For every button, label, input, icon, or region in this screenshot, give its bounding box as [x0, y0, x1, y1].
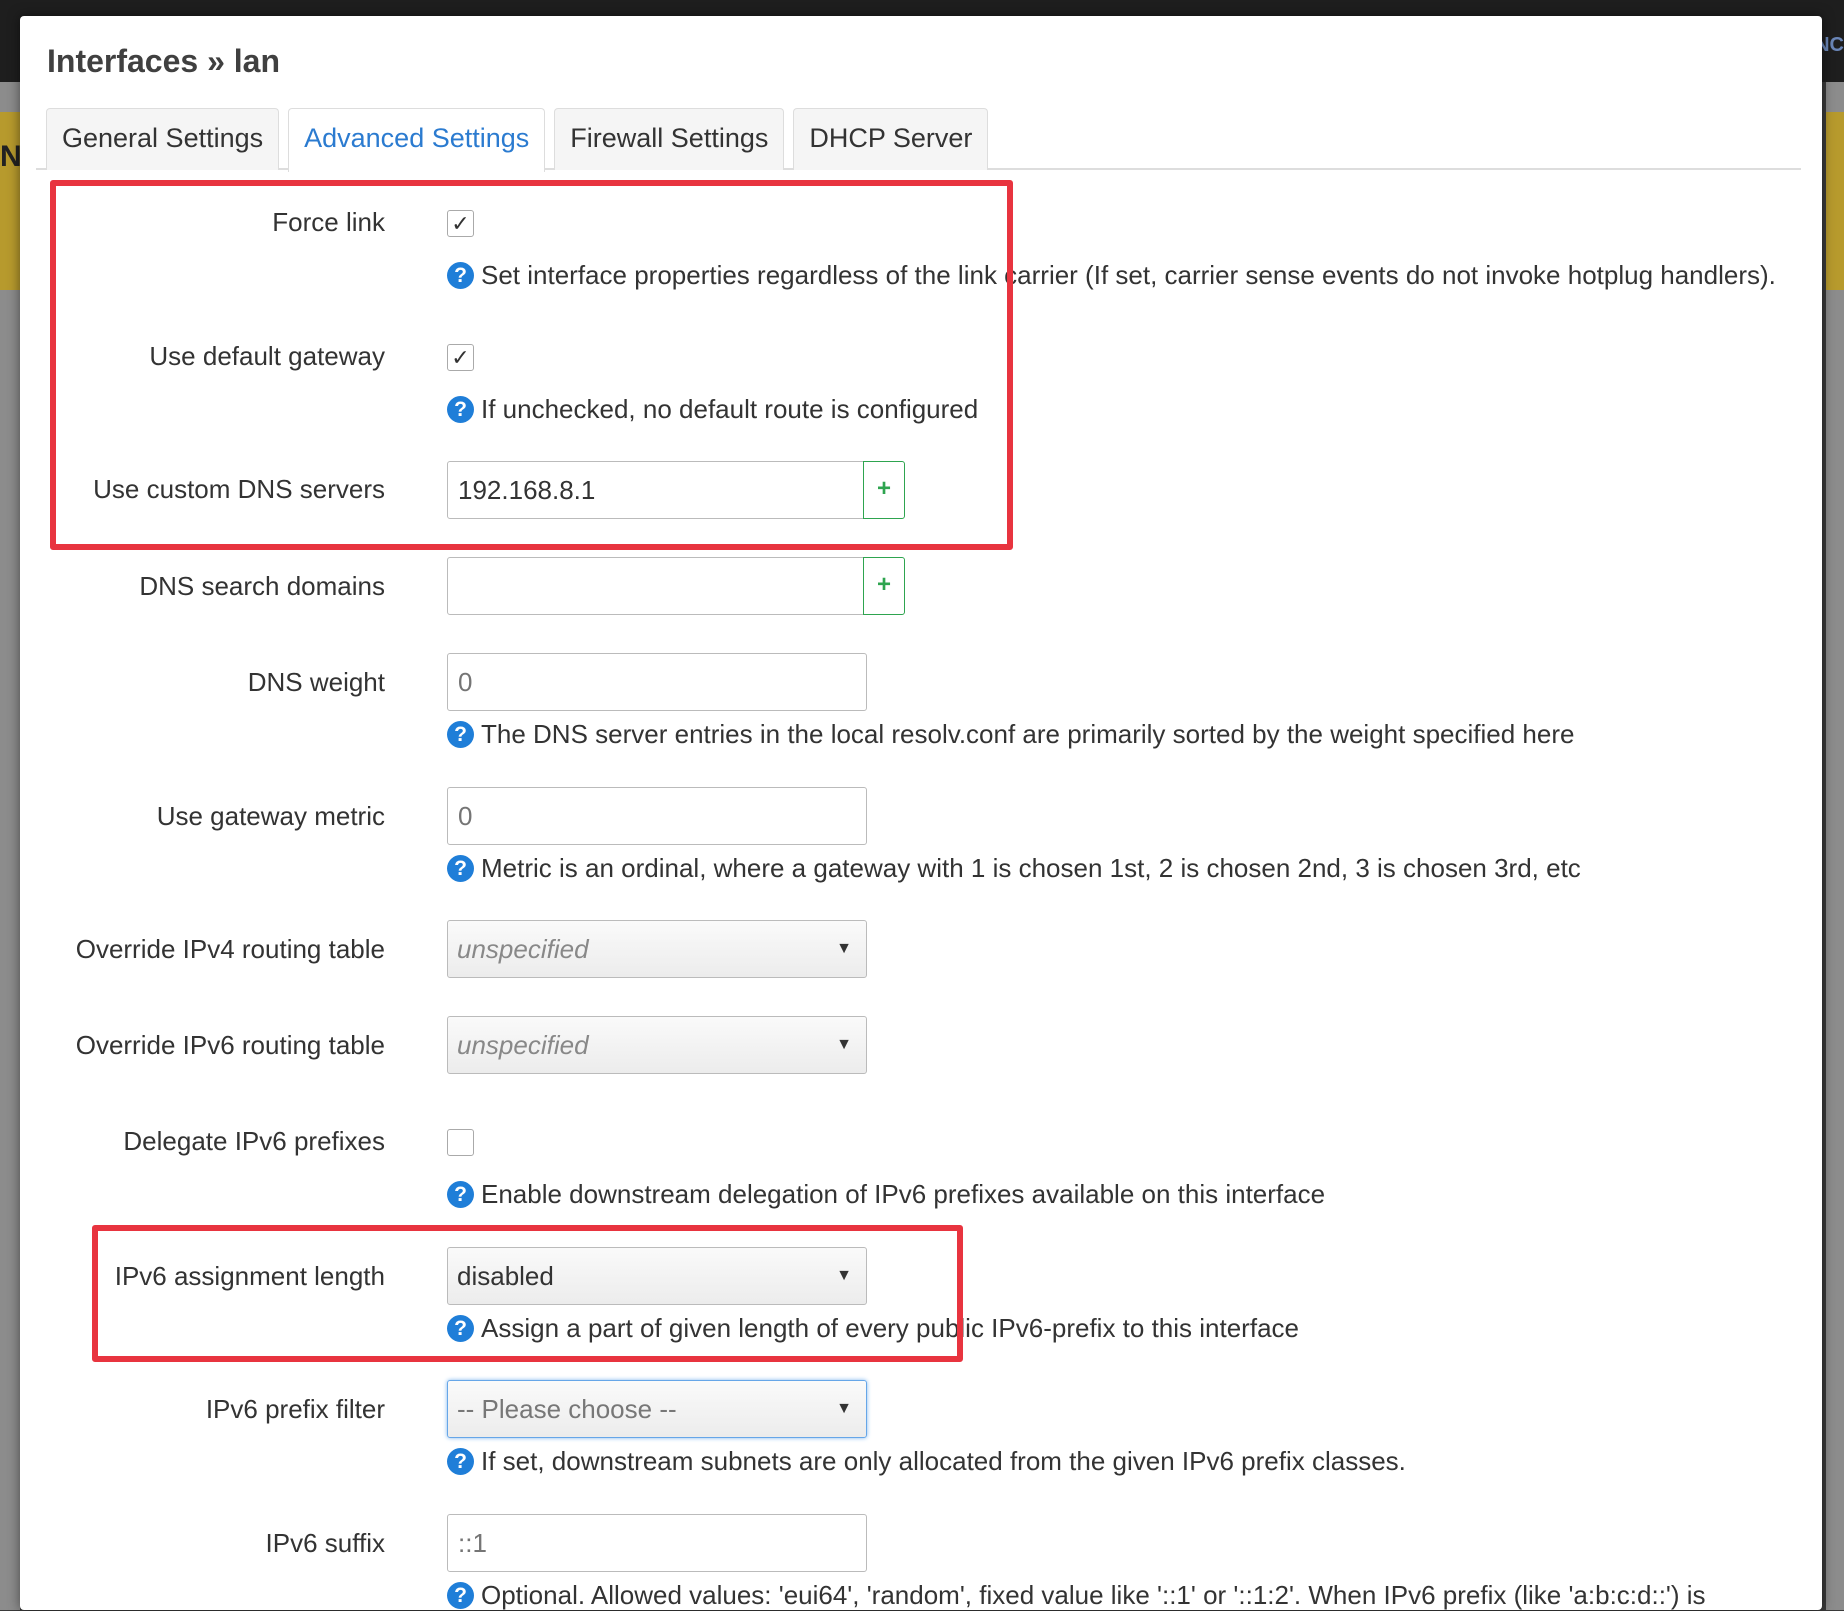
default-gateway-label: Use default gateway: [149, 341, 385, 371]
background-right-strip: [1826, 82, 1844, 1610]
delegate-ipv6-checkbox[interactable]: [447, 1129, 474, 1156]
force-link-label: Force link: [272, 207, 385, 237]
ipv6-assign-length-select[interactable]: disabled ▼: [447, 1247, 867, 1305]
delegate-ipv6-help-text: Enable downstream delegation of IPv6 pre…: [481, 1179, 1326, 1209]
add-dns-server-button[interactable]: +: [863, 461, 905, 519]
ipv4-table-label: Override IPv4 routing table: [75, 934, 385, 964]
ipv6-prefix-filter-label: IPv6 prefix filter: [205, 1394, 385, 1424]
caret-down-icon: ▼: [836, 1267, 852, 1284]
ipv6-assign-length-value: disabled: [457, 1261, 554, 1291]
background-right-notice: [1826, 112, 1844, 290]
ipv6-suffix-label: IPv6 suffix: [265, 1528, 385, 1558]
ipv6-table-label: Override IPv6 routing table: [75, 1030, 385, 1060]
checkmark-icon: ✓: [451, 210, 470, 236]
interface-config-modal: Interfaces » lan General Settings Advanc…: [20, 16, 1822, 1610]
question-circle-icon: ?: [447, 1448, 474, 1475]
modal-title: Interfaces » lan: [47, 43, 280, 79]
add-dns-search-button[interactable]: +: [863, 557, 905, 615]
ipv6-prefix-filter-select[interactable]: -- Please choose -- ▼: [447, 1380, 867, 1438]
question-circle-icon: ?: [447, 1315, 474, 1342]
ipv6-suffix-input[interactable]: [447, 1514, 867, 1572]
force-link-checkbox[interactable]: ✓: [447, 210, 474, 237]
dns-weight-help: ? The DNS server entries in the local re…: [447, 719, 1574, 750]
ipv6-table-select[interactable]: unspecified ▼: [447, 1016, 867, 1074]
gateway-metric-label: Use gateway metric: [156, 801, 385, 831]
question-circle-icon: ?: [447, 1181, 474, 1208]
background-left-notice: [0, 112, 20, 290]
checkmark-icon: ✓: [451, 344, 470, 370]
question-circle-icon: ?: [447, 855, 474, 882]
question-circle-icon: ?: [447, 721, 474, 748]
tab-dhcp-server[interactable]: DHCP Server: [793, 108, 989, 170]
ipv6-assign-length-help-text: Assign a part of given length of every p…: [481, 1313, 1299, 1343]
ipv6-suffix-help-text: Optional. Allowed values: 'eui64', 'rand…: [481, 1580, 1706, 1610]
force-link-help: ? Set interface properties regardless of…: [447, 260, 1776, 291]
dns-weight-label: DNS weight: [247, 667, 385, 697]
dns-weight-help-text: The DNS server entries in the local reso…: [481, 719, 1575, 749]
tab-advanced-settings[interactable]: Advanced Settings: [288, 108, 546, 172]
ipv6-assign-length-label: IPv6 assignment length: [114, 1261, 385, 1291]
background-left-strip: [0, 82, 20, 1610]
tab-general-settings[interactable]: General Settings: [46, 108, 280, 170]
question-circle-icon: ?: [447, 1582, 474, 1609]
ipv6-assign-length-help: ? Assign a part of given length of every…: [447, 1313, 1299, 1344]
ipv6-prefix-filter-help: ? If set, downstream subnets are only al…: [447, 1446, 1406, 1477]
default-gateway-help-text: If unchecked, no default route is config…: [481, 394, 979, 424]
background-left-fragment: N: [0, 140, 22, 173]
default-gateway-help: ? If unchecked, no default route is conf…: [447, 394, 978, 425]
gateway-metric-help-text: Metric is an ordinal, where a gateway wi…: [481, 853, 1581, 883]
custom-dns-label: Use custom DNS servers: [93, 474, 385, 504]
dns-search-label: DNS search domains: [139, 571, 385, 601]
ipv6-suffix-help: ? Optional. Allowed values: 'eui64', 'ra…: [447, 1580, 1706, 1611]
dns-weight-input[interactable]: [447, 653, 867, 711]
ipv6-prefix-filter-help-text: If set, downstream subnets are only allo…: [481, 1446, 1406, 1476]
gateway-metric-help: ? Metric is an ordinal, where a gateway …: [447, 853, 1581, 884]
gateway-metric-input[interactable]: [447, 787, 867, 845]
tab-firewall-settings[interactable]: Firewall Settings: [554, 108, 785, 170]
ipv4-table-select[interactable]: unspecified ▼: [447, 920, 867, 978]
ipv6-prefix-filter-value: -- Please choose --: [457, 1394, 677, 1424]
force-link-help-text: Set interface properties regardless of t…: [481, 260, 1776, 290]
delegate-ipv6-label: Delegate IPv6 prefixes: [123, 1126, 385, 1156]
question-circle-icon: ?: [447, 396, 474, 423]
default-gateway-checkbox[interactable]: ✓: [447, 344, 474, 371]
tab-bar: General Settings Advanced Settings Firew…: [36, 106, 1801, 172]
caret-down-icon: ▼: [836, 940, 852, 957]
caret-down-icon: ▼: [836, 1036, 852, 1053]
custom-dns-input[interactable]: [447, 461, 865, 519]
ipv4-table-value: unspecified: [457, 934, 589, 964]
ipv6-table-value: unspecified: [457, 1030, 589, 1060]
caret-down-icon: ▼: [836, 1400, 852, 1417]
delegate-ipv6-help: ? Enable downstream delegation of IPv6 p…: [447, 1179, 1325, 1210]
dns-search-input[interactable]: [447, 557, 865, 615]
question-circle-icon: ?: [447, 262, 474, 289]
